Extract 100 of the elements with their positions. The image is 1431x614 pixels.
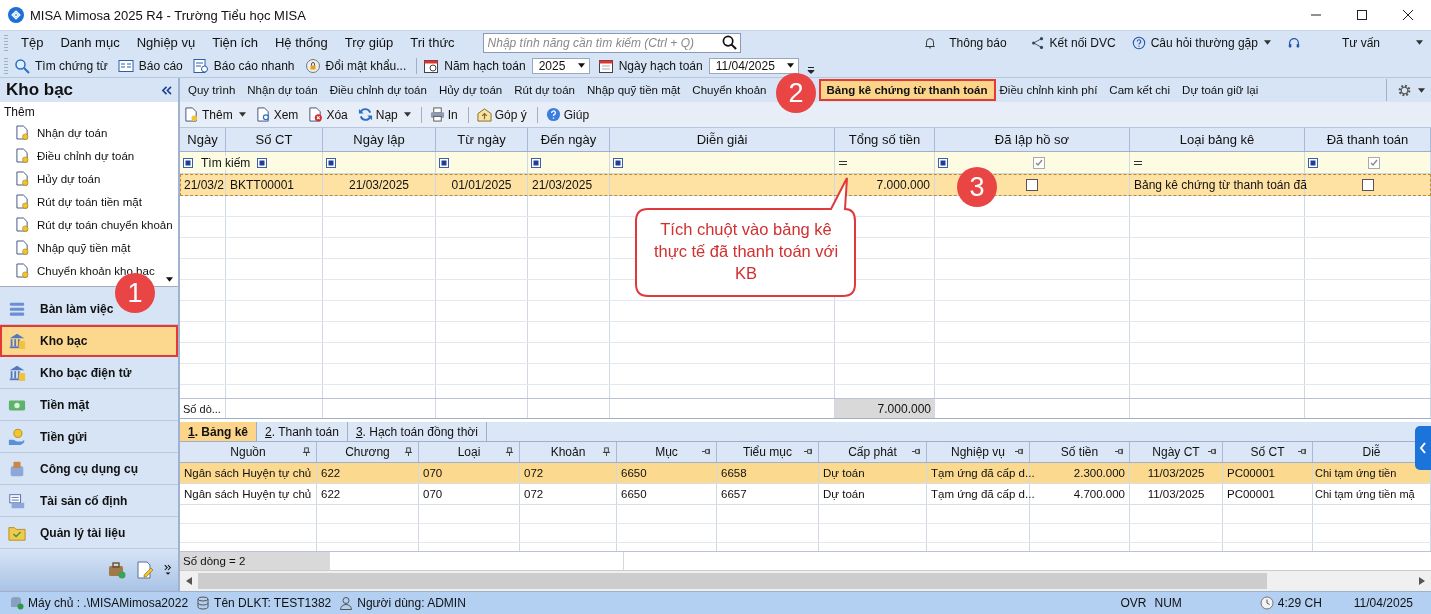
date-picker[interactable]: 11/04/2025 — [708, 57, 799, 74]
detail-tab[interactable]: 1. Bảng kê — [180, 422, 258, 441]
filter-operator-icon[interactable] — [439, 157, 449, 168]
module-tab[interactable]: Dự toán giữ lại — [1176, 81, 1265, 99]
pin-icon[interactable] — [804, 447, 813, 456]
filter-operator-icon[interactable] — [326, 157, 336, 168]
column-header[interactable]: Mục — [655, 445, 678, 459]
header-link[interactable]: Kết nối DVC — [1030, 35, 1116, 50]
column-header[interactable]: Đã thanh toán — [1326, 132, 1409, 147]
module-tab[interactable]: Điều chỉnh dự toán — [323, 81, 433, 99]
pin-icon[interactable] — [1298, 447, 1307, 456]
collapse-icon[interactable] — [161, 85, 172, 95]
module-tab[interactable]: Quy trình — [182, 81, 242, 99]
column-header[interactable]: Diễ — [1362, 445, 1381, 459]
nav-item[interactable]: Tiền gửi — [0, 421, 178, 453]
horizontal-scrollbar[interactable] — [180, 570, 1431, 591]
action-button[interactable]: Giúp — [545, 107, 590, 122]
column-header[interactable]: Nghiệp vụ — [950, 445, 1005, 459]
nav-item[interactable]: Công cụ dụng cụ — [0, 453, 178, 485]
search-field[interactable]: Nhập tính năng cần tìm kiếm (Ctrl + Q) — [482, 32, 741, 53]
module-tab[interactable]: Bảng kê chứng từ thanh toán — [820, 81, 994, 99]
column-header[interactable]: Số tiền — [1060, 445, 1099, 459]
module-tab[interactable]: Chuyển khoản — [686, 81, 773, 99]
module-tab[interactable]: Nhập quỹ tiền mặt — [581, 81, 687, 99]
checkbox[interactable] — [1032, 156, 1045, 169]
scroll-down-icon[interactable] — [166, 277, 173, 282]
header-link[interactable]: Thông báo — [923, 35, 1007, 50]
pin-icon[interactable] — [702, 447, 711, 456]
pin-icon[interactable] — [912, 447, 921, 456]
detail-tab[interactable]: 3. Hạch toán đồng thời — [347, 422, 487, 441]
overflow-icon[interactable] — [806, 65, 815, 74]
filter-operator-icon[interactable] — [613, 157, 623, 168]
collapse-tab[interactable] — [1415, 426, 1431, 470]
header-link[interactable]: Câu hỏi thường gặp — [1131, 35, 1271, 50]
filter-operator-icon[interactable] — [257, 157, 267, 168]
column-header[interactable]: Tổng số tiền — [848, 132, 921, 147]
module-tab[interactable]: Điều chỉnh kinh phí — [993, 81, 1104, 99]
action-button[interactable]: Xóa — [308, 107, 348, 122]
filter-operator-icon[interactable] — [1308, 157, 1318, 168]
column-header[interactable]: Đã lập hồ sơ — [994, 132, 1070, 147]
toolbar-button[interactable]: Báo cáo nhanh — [192, 57, 295, 74]
pin-icon[interactable] — [602, 447, 611, 456]
filter-placeholder[interactable]: Tìm kiếm — [200, 155, 252, 170]
nav-item[interactable]: Kho bạc điện tử — [0, 357, 178, 389]
column-header[interactable]: Loại — [457, 445, 481, 459]
column-header[interactable]: Diễn giải — [696, 132, 748, 147]
menu-item[interactable]: Tri thức — [403, 35, 462, 50]
filter-operator-icon[interactable] — [183, 157, 193, 168]
filter-operator-icon[interactable] — [531, 157, 541, 168]
nav-item[interactable]: Kho bạc — [0, 325, 178, 357]
checkbox[interactable] — [1361, 178, 1374, 191]
column-header[interactable]: Chương — [345, 445, 390, 459]
sidebar-item[interactable]: Nhận dự toán — [0, 121, 178, 144]
column-header[interactable]: Từ ngày — [457, 132, 506, 147]
year-dropdown[interactable]: 2025 — [531, 57, 590, 74]
action-button[interactable]: Thêm — [184, 107, 246, 122]
toolbar-button[interactable]: Đổi mật khẩu... — [304, 57, 407, 74]
menu-item[interactable]: Nghiệp vụ — [129, 35, 203, 50]
column-header[interactable]: Tiểu mục — [743, 445, 792, 459]
nav-item[interactable]: Tài sản cố định — [0, 485, 178, 517]
sidebar-item[interactable]: Nhập quỹ tiền mặt — [0, 236, 178, 259]
sidebar-item[interactable]: Rút dự toán tiền mặt — [0, 190, 178, 213]
menu-item[interactable]: Trợ giúp — [337, 35, 401, 50]
table-row[interactable]: Ngân sách Huyện tự chủ 622 070 072 6650 6658 Dự toán Tạm ứng đã cấp d... 2.300.000 11/03/2025 PC00001 Chi tạm ứng tiền — [180, 463, 1431, 484]
column-header[interactable]: Ngày CT — [1152, 445, 1200, 459]
column-header[interactable]: Cấp phát — [848, 445, 897, 459]
action-button[interactable]: Xem — [255, 107, 299, 122]
pin-icon[interactable] — [302, 447, 311, 456]
action-button[interactable]: Góp ý — [476, 107, 527, 122]
filter-operator-icon[interactable] — [938, 157, 948, 168]
pin-icon[interactable] — [404, 447, 413, 456]
column-header[interactable]: Ngày lập — [353, 132, 405, 147]
menu-item[interactable]: Tiện ích — [205, 35, 265, 50]
module-tab[interactable]: Hủy dự toán — [432, 81, 509, 99]
sidebar-item[interactable]: Hủy dự toán — [0, 167, 178, 190]
checkbox[interactable] — [1026, 178, 1038, 191]
detail-tab[interactable]: 2. Thanh toán — [257, 422, 348, 441]
module-tab[interactable]: Nhận dự toán — [241, 81, 324, 99]
edit-document-icon[interactable] — [136, 561, 154, 579]
column-header[interactable]: Nguồn — [230, 445, 266, 459]
table-row[interactable]: Ngân sách Huyện tự chủ 622 070 072 6650 6657 Dự toán Tạm ứng đã cấp d... 4.700.000 11/03/2025 PC00001 Chi tạm ứng tiền mặ — [180, 484, 1431, 505]
toolbar-button[interactable]: Tìm chứng từ — [14, 57, 108, 74]
column-header[interactable]: Loại bảng kê — [1179, 132, 1255, 147]
nav-item[interactable]: Tiền mặt — [0, 389, 178, 421]
sidebar-item[interactable]: Rút dự toán chuyển khoản — [0, 213, 178, 236]
scroll-right-icon[interactable] — [1419, 577, 1425, 585]
menu-item[interactable]: Tệp — [14, 35, 51, 50]
column-header[interactable]: Ngày — [187, 132, 218, 147]
action-button[interactable]: In — [429, 107, 458, 122]
pin-icon[interactable] — [1115, 447, 1124, 456]
column-header[interactable]: Đến ngày — [540, 132, 597, 147]
column-header[interactable]: Số CT — [255, 132, 293, 147]
module-tab[interactable]: Cam kết chi — [1103, 81, 1177, 99]
module-tab[interactable]: Rút dự toán — [508, 81, 581, 99]
menu-item[interactable]: Hệ thống — [267, 35, 335, 50]
header-link[interactable]: Tư vấn — [1286, 35, 1423, 50]
column-header[interactable]: Khoản — [550, 445, 586, 459]
sidebar-item[interactable]: Điều chỉnh dự toán — [0, 144, 178, 167]
menu-item[interactable]: Danh mục — [53, 35, 127, 50]
pin-icon[interactable] — [1208, 447, 1217, 456]
